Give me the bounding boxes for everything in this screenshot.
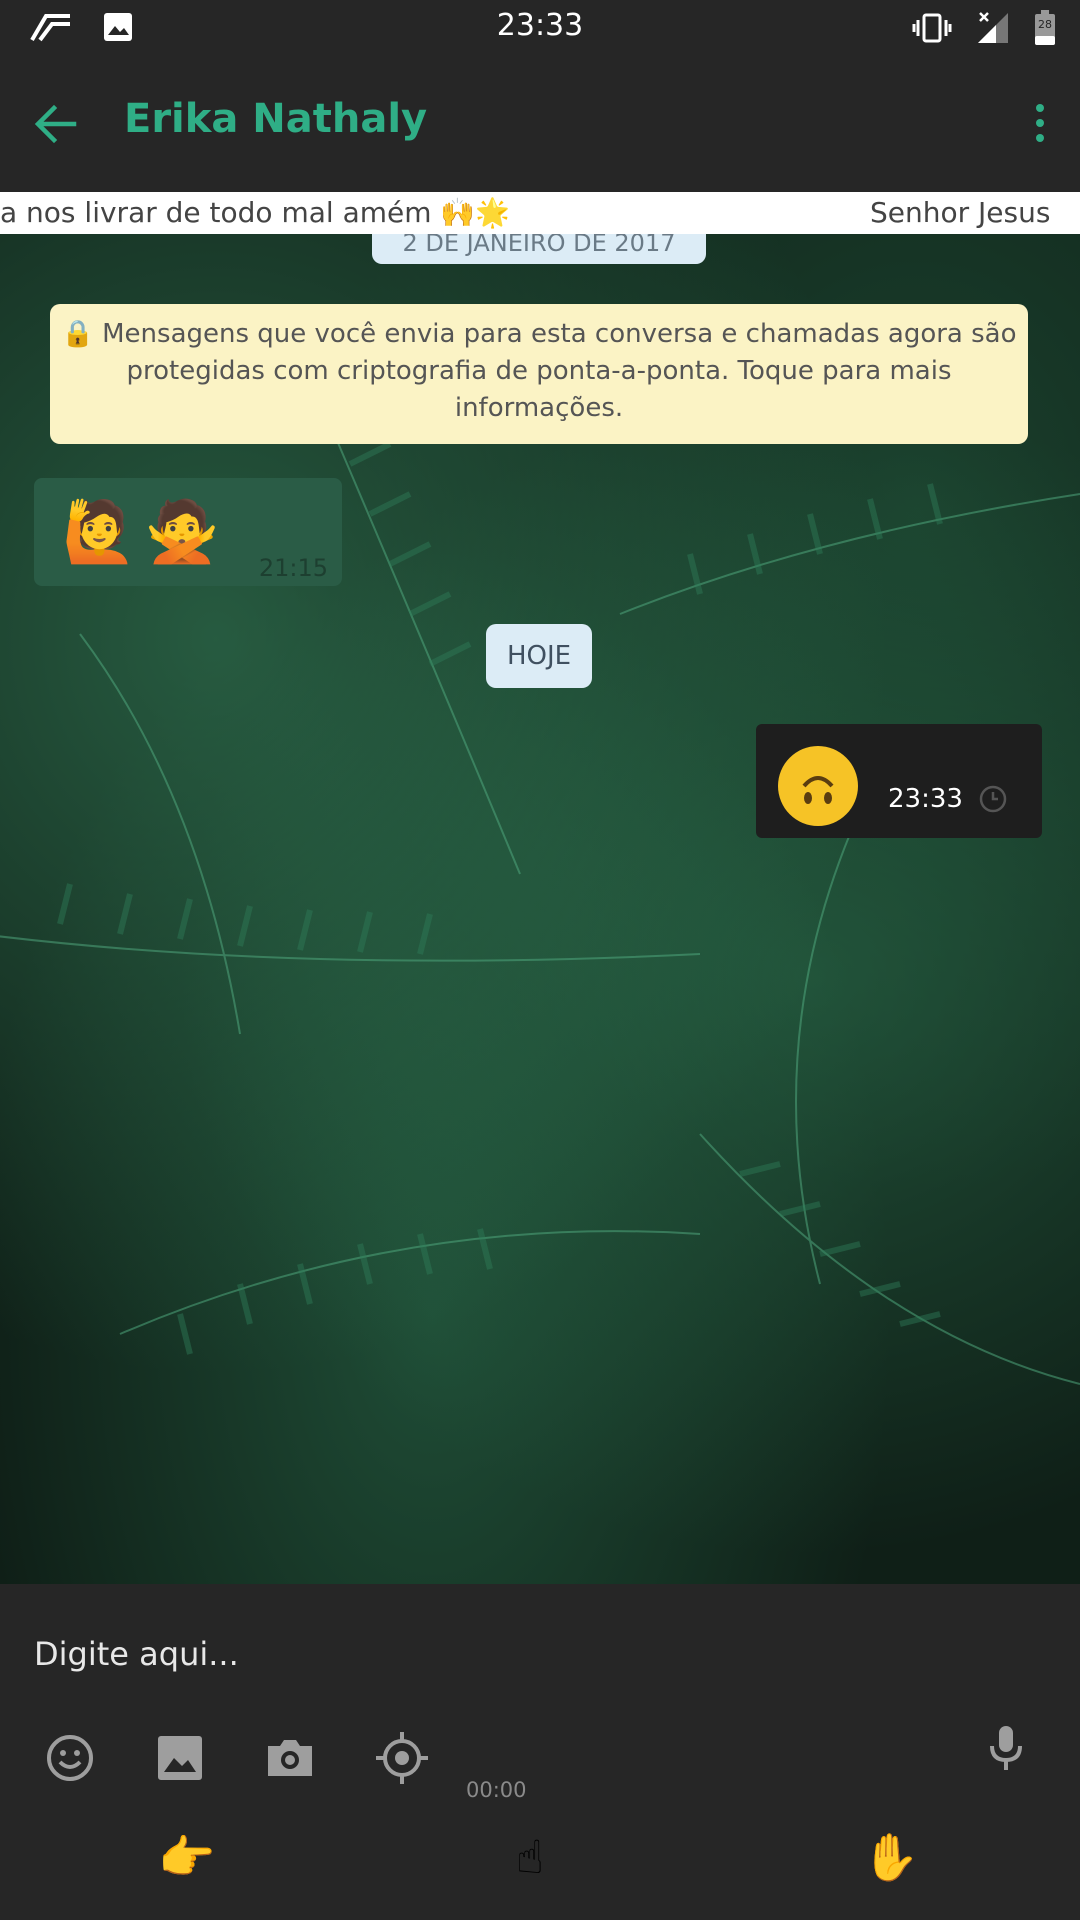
location-button[interactable] [374, 1730, 430, 1786]
gesture-point-right-button[interactable]: 👉 [158, 1830, 215, 1885]
contact-name[interactable]: Erika Nathaly [124, 96, 427, 142]
incoming-message[interactable]: 🙋🙅 21:15 [34, 478, 342, 586]
recording-timer: 00:00 [466, 1778, 527, 1802]
ticker-text-left: a nos livrar de todo mal amém 🙌🌟 [0, 196, 511, 229]
arrow-left-icon [34, 104, 77, 144]
message-time: 23:33 [888, 784, 963, 814]
vibrate-icon [912, 13, 952, 43]
location-icon [376, 1732, 428, 1784]
date-divider: 2 DE JANEIRO DE 2017 [372, 234, 706, 264]
status-ticker: a nos livrar de todo mal amém 🙌🌟 Senhor … [0, 192, 1080, 234]
message-time: 21:15 [258, 554, 328, 582]
back-button[interactable] [34, 102, 78, 146]
message-composer: 00:00 👉 ☝ ✋ [0, 1584, 1080, 1920]
camera-button[interactable] [262, 1730, 318, 1786]
gesture-raised-hand-button[interactable]: ✋ [862, 1830, 919, 1885]
emoji-icon [47, 1735, 93, 1781]
gesture-point-up-button[interactable]: ☝ [516, 1830, 544, 1884]
chat-header: Erika Nathaly [0, 56, 1080, 192]
status-bar: 23:33 28 [0, 0, 1080, 56]
upside-down-face-emoji [778, 746, 858, 826]
outgoing-message[interactable]: 23:33 [756, 724, 1042, 838]
message-emoji: 🙋🙅 [62, 497, 228, 567]
overflow-menu-button[interactable] [1028, 102, 1052, 146]
battery-level: 28 [1038, 18, 1052, 31]
today-divider: HOJE [486, 624, 592, 688]
more-vert-icon [1036, 104, 1044, 142]
battery-icon: 28 [1034, 10, 1056, 46]
gallery-button[interactable] [152, 1730, 208, 1786]
gallery-icon [158, 1736, 202, 1780]
microphone-icon [990, 1726, 1022, 1770]
message-input[interactable] [32, 1628, 1016, 1680]
microphone-button[interactable] [978, 1720, 1034, 1776]
camera-icon [268, 1740, 312, 1776]
chat-background[interactable]: 2 DE JANEIRO DE 2017 🔒 Mensagens que voc… [0, 234, 1080, 1584]
pending-clock-icon [979, 785, 1007, 813]
ticker-text-right: Senhor Jesus [870, 196, 1051, 229]
emoji-button[interactable] [42, 1730, 98, 1786]
encryption-notice[interactable]: 🔒 Mensagens que você envia para esta con… [50, 304, 1028, 444]
signal-icon [978, 12, 1008, 43]
